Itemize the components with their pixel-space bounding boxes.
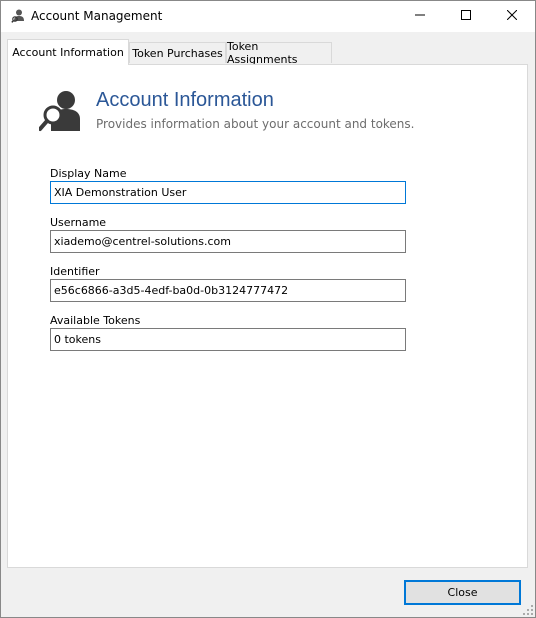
maximize-icon — [461, 10, 471, 23]
user-search-icon — [38, 89, 81, 133]
identifier-label: Identifier — [50, 265, 100, 278]
display-name-field[interactable] — [50, 181, 406, 204]
page-title: Account Information — [96, 89, 274, 111]
username-label: Username — [50, 216, 107, 229]
tab-token-assignments[interactable]: Token Assignments — [226, 40, 332, 66]
account-management-window: Account Management Account Information T… — [0, 0, 536, 618]
minimize-button[interactable] — [397, 1, 443, 32]
tab-account-information[interactable]: Account Information — [7, 39, 129, 65]
minimize-icon — [415, 10, 425, 23]
account-user-icon — [11, 8, 27, 24]
tab-token-purchases[interactable]: Token Purchases — [129, 42, 226, 63]
title-bar[interactable]: Account Management — [1, 1, 535, 32]
close-window-button[interactable] — [489, 1, 535, 32]
available-tokens-label: Available Tokens — [50, 314, 141, 327]
window-title: Account Management — [31, 9, 163, 23]
maximize-button[interactable] — [443, 1, 489, 32]
close-button[interactable]: Close — [404, 580, 521, 605]
username-field[interactable] — [50, 230, 406, 253]
page-subtitle: Provides information about your account … — [96, 117, 415, 131]
available-tokens-field[interactable] — [50, 328, 406, 351]
resize-grip-icon[interactable] — [523, 605, 533, 615]
identifier-field[interactable] — [50, 279, 406, 302]
display-name-label: Display Name — [50, 167, 127, 180]
close-icon — [506, 9, 518, 23]
